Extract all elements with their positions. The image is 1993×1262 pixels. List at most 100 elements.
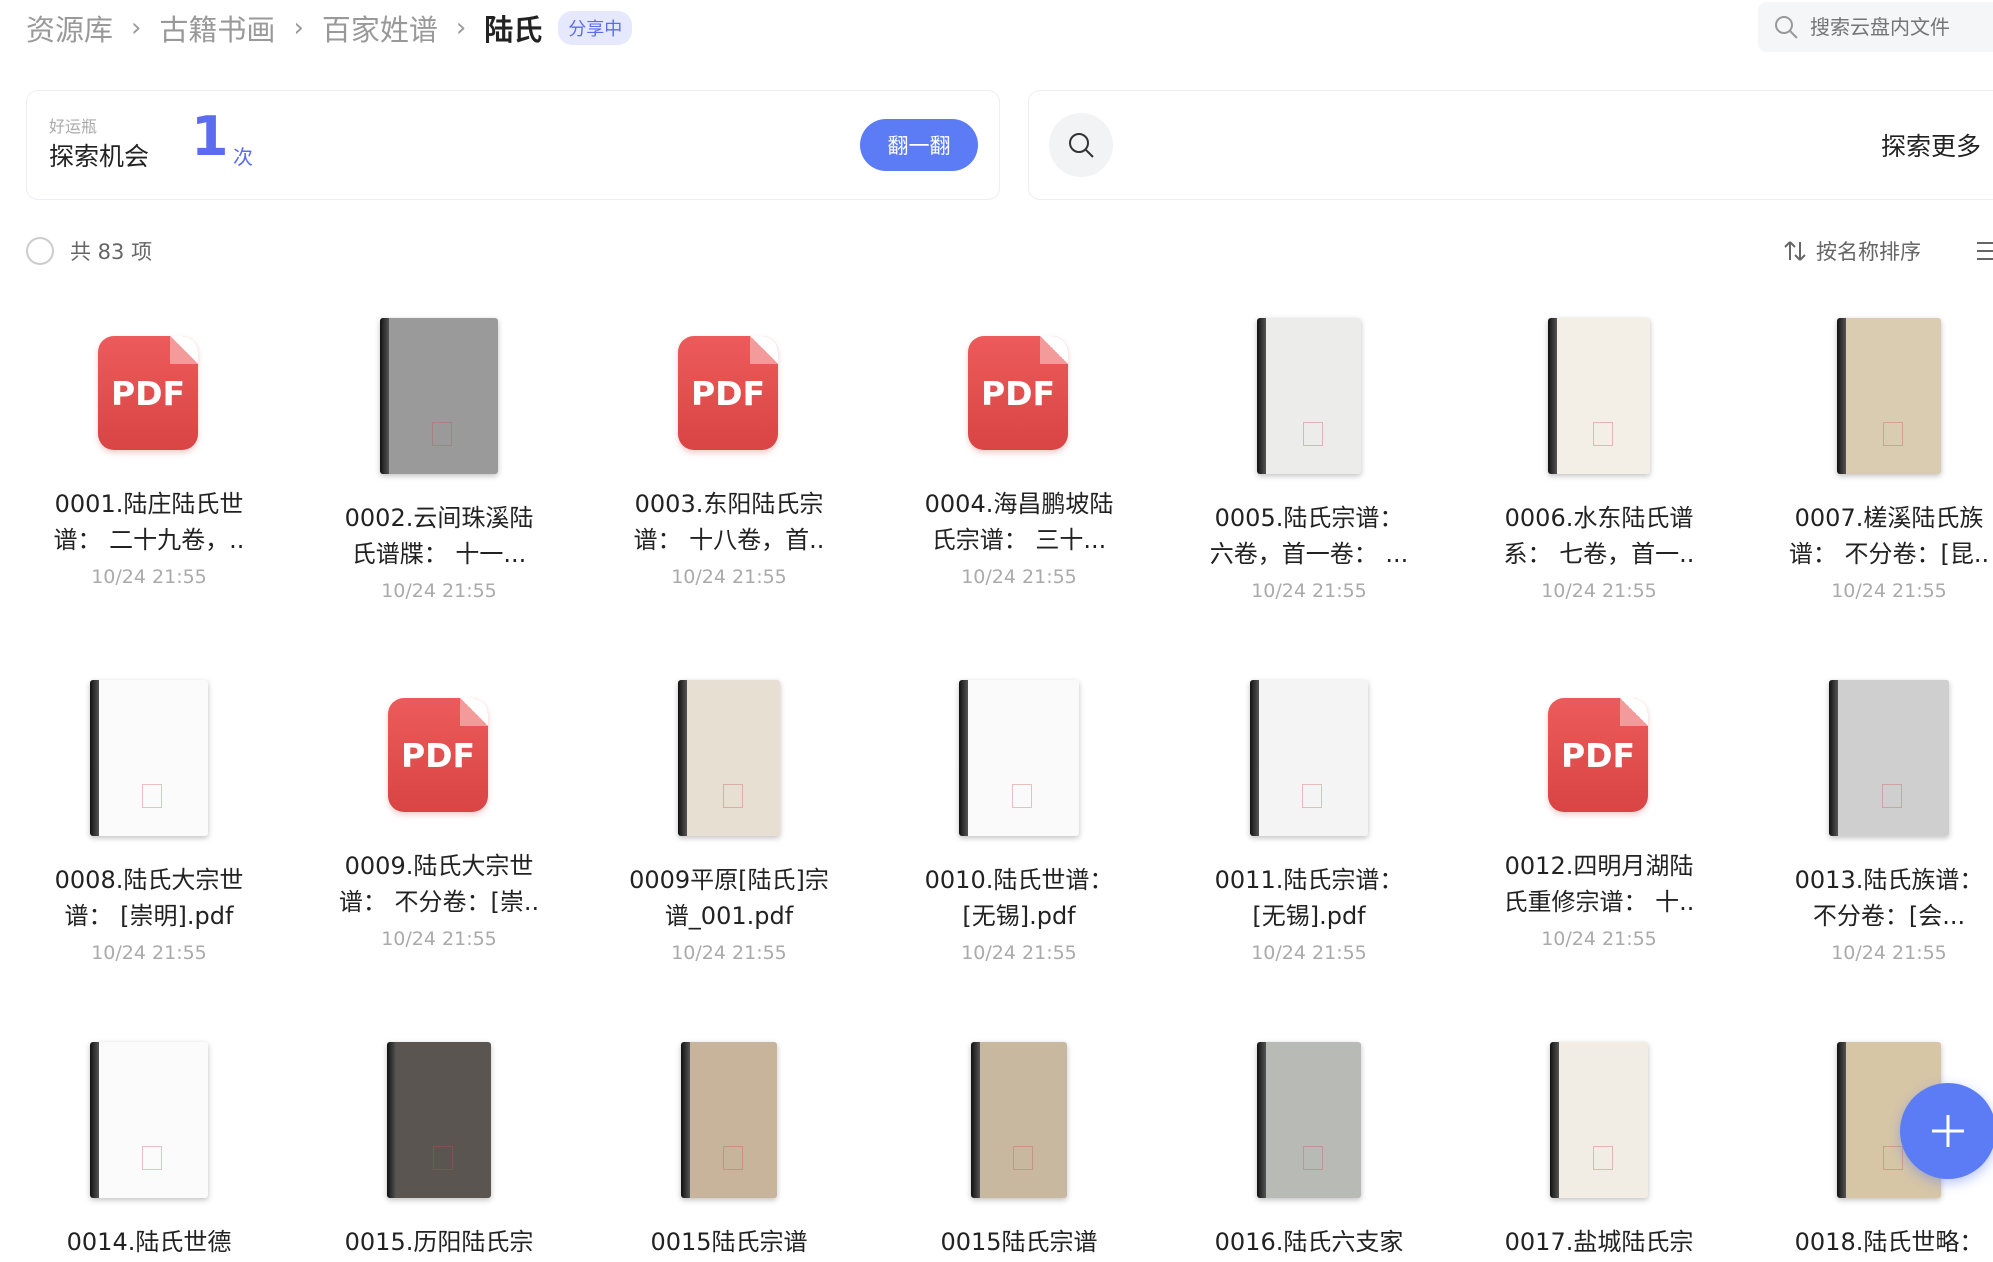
search-input[interactable] [1808,14,1993,40]
search-box[interactable] [1758,2,1993,52]
file-name-line: 0013.陆氏族谱： [1794,866,1984,894]
pdf-icon: PDF [678,336,778,450]
explore-more-card[interactable]: 探索更多 [1028,90,1993,200]
file-date: 10/24 21:55 [671,942,787,964]
file-name-line: 氏重修宗谱： 十.. [1503,888,1695,916]
file-date: 10/24 21:55 [671,566,787,588]
file-name-line: 0016.陆氏六支家 [1214,1228,1404,1256]
select-all-checkbox[interactable] [26,237,54,265]
file-name: 0015陆氏宗谱 [584,1224,874,1260]
file-date: 10/24 21:55 [1831,580,1947,602]
chance-count: 1 [191,105,229,168]
file-date: 10/24 21:55 [1251,942,1367,964]
file-name-line: 0009.陆氏大宗世 [344,852,534,880]
file-name-line: 0012.四明月湖陆 [1504,852,1694,880]
file-name: 0006.水东陆氏谱 系： 七卷，首一.. [1454,500,1744,572]
book-cover-thumbnail [1164,680,1454,860]
file-name: 0015陆氏宗谱 [874,1224,1164,1260]
pdf-icon: PDF [388,698,488,812]
book-cover-image [380,318,498,474]
file-name-line: 谱_001.pdf [664,902,794,930]
breadcrumb: 资源库 › 古籍书画 › 百家姓谱 › 陆氏 分享中 [26,6,633,50]
sort-icon [1784,241,1806,261]
book-cover-thumbnail [584,680,874,860]
book-cover-image [90,1042,208,1198]
book-cover-thumbnail [1454,1042,1744,1222]
plus-icon [1932,1115,1964,1147]
view-menu-icon[interactable] [1975,238,1993,264]
pdf-file-icon: PDF [4,318,294,498]
file-name-line: 0011.陆氏宗谱： [1214,866,1404,894]
sort-button[interactable]: 按名称排序 [1782,236,1921,266]
sort-label: 按名称排序 [1816,240,1921,264]
file-name: 0013.陆氏族谱： 不分卷：[会... [1744,862,1993,934]
file-date: 10/24 21:55 [1251,580,1367,602]
book-cover-image [681,1042,777,1198]
book-cover-thumbnail [1164,318,1454,498]
explore-chance-title: 探索机会 [49,142,150,171]
file-date: 10/24 21:55 [91,566,207,588]
file-name: 0011.陆氏宗谱： [无锡].pdf [1164,862,1454,934]
file-name-line: 0018.陆氏世略： [1794,1228,1984,1256]
file-name-line: 谱： 不分卷：[崇.. [338,888,540,916]
book-cover-thumbnail [874,680,1164,860]
file-name-line: [无锡].pdf [962,902,1076,930]
breadcrumb-item-surnames[interactable]: 百家姓谱 [322,7,438,49]
book-cover-thumbnail [294,1042,584,1222]
book-cover-image [1257,318,1361,474]
file-name-line: 0010.陆氏世谱： [924,866,1114,894]
breadcrumb-separator-icon: › [293,13,304,43]
chance-unit: 次 [233,145,253,169]
book-cover-image [1250,680,1368,836]
file-name-line: 不分卷：[会... [1812,902,1966,930]
book-cover-thumbnail [1164,1042,1454,1222]
pdf-icon: PDF [1548,698,1648,812]
book-cover-image [1837,318,1941,474]
pdf-icon: PDF [98,336,198,450]
book-cover-thumbnail [1454,318,1744,498]
breadcrumb-separator-icon: › [455,13,467,43]
file-date: 10/24 21:55 [961,566,1077,588]
file-name: 0005.陆氏宗谱： 六卷，首一卷： ... [1164,500,1454,572]
book-cover-image [1257,1042,1361,1198]
search-icon [1069,133,1094,158]
file-name-line: 0009平原[陆氏]宗 [629,866,829,894]
book-cover-image [678,680,780,836]
book-cover-image [1548,318,1650,474]
file-name-line: 0015陆氏宗谱 [650,1228,808,1256]
explore-more-label: 探索更多 [1881,132,1982,161]
pdf-file-icon: PDF [874,318,1164,498]
file-name: 0018.陆氏世略： [1744,1224,1993,1260]
item-count: 共 83 项 [70,240,153,264]
add-button[interactable] [1900,1083,1993,1179]
file-name: 0012.四明月湖陆 氏重修宗谱： 十.. [1454,848,1744,920]
book-cover-image [387,1042,491,1198]
pdf-icon: PDF [968,336,1068,450]
file-name-line: 谱： 二十九卷，.. [53,526,245,554]
file-name-line: 0003.东阳陆氏宗 [634,490,824,518]
book-cover-image [1550,1042,1648,1198]
pdf-file-icon: PDF [294,680,584,860]
pdf-file-icon: PDF [584,318,874,498]
file-name-line: 0015陆氏宗谱 [940,1228,1098,1256]
file-name-line: 0002.云间珠溪陆 [344,504,534,532]
file-date: 10/24 21:55 [381,928,497,950]
file-date: 10/24 21:55 [1541,580,1657,602]
file-date: 10/24 21:55 [1541,928,1657,950]
flip-button[interactable]: 翻一翻 [860,119,978,171]
file-name-line: 谱： 十八卷，首.. [633,526,825,554]
file-name: 0007.槎溪陆氏族 谱： 不分卷：[昆.. [1744,500,1993,572]
breadcrumb-item-ancient-books[interactable]: 古籍书画 [159,7,275,49]
book-cover-thumbnail [584,1042,874,1222]
explore-search-button[interactable] [1049,113,1113,177]
breadcrumb-separator-icon: › [131,13,142,43]
file-name: 0015.历阳陆氏宗 [294,1224,584,1260]
file-name-line: 0007.槎溪陆氏族 [1794,504,1984,532]
book-cover-image [1829,680,1949,836]
file-name-line: 谱： 不分卷：[昆.. [1788,540,1990,568]
search-icon [1775,16,1798,39]
file-name: 0002.云间珠溪陆 氏谱牒： 十一... [294,500,584,572]
file-name: 0009平原[陆氏]宗 谱_001.pdf [584,862,874,934]
book-cover-thumbnail [4,1042,294,1222]
breadcrumb-item-resource-library[interactable]: 资源库 [26,7,113,49]
